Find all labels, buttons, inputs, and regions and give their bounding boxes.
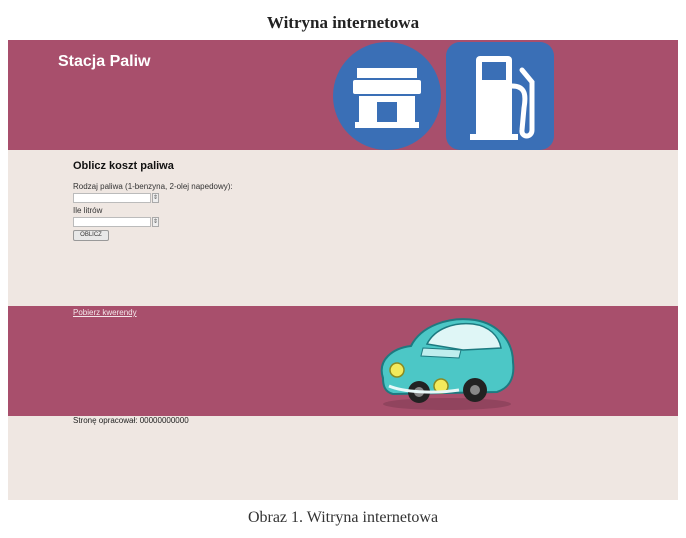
website: Stacja Paliw Oblicz koszt paliwa Rodzaj …: [8, 40, 678, 500]
shop-icon: [333, 42, 441, 150]
liters-input[interactable]: [73, 217, 151, 227]
liters-spinner-icon[interactable]: ⇕: [152, 217, 159, 227]
header-banner: Stacja Paliw: [8, 40, 678, 150]
fuel-cost-form: Oblicz koszt paliwa Rodzaj paliwa (1-ben…: [8, 150, 678, 306]
fuel-type-label: Rodzaj paliwa (1-benzyna, 2-olej napedow…: [73, 182, 233, 191]
liters-label: Ile litrów: [73, 206, 103, 215]
fuel-pump-icon: [446, 42, 554, 150]
fuel-type-spinner-icon[interactable]: ⇕: [152, 193, 159, 203]
calculate-button[interactable]: OBLICZ: [73, 230, 109, 241]
download-queries-link[interactable]: Pobierz kwerendy: [73, 308, 137, 317]
author-text: Stronę opracował: 00000000000: [73, 416, 189, 425]
car-icon: [380, 318, 515, 410]
document-title: Witryna internetowa: [266, 13, 420, 32]
form-title: Oblicz koszt paliwa: [73, 160, 174, 172]
figure-caption: Obraz 1. Witryna internetowa: [247, 509, 439, 526]
footer: Stronę opracował: 00000000000: [8, 416, 678, 500]
fuel-type-input[interactable]: [73, 193, 151, 203]
middle-banner: Pobierz kwerendy: [8, 306, 678, 416]
site-title: Stacja Paliw: [58, 53, 151, 70]
